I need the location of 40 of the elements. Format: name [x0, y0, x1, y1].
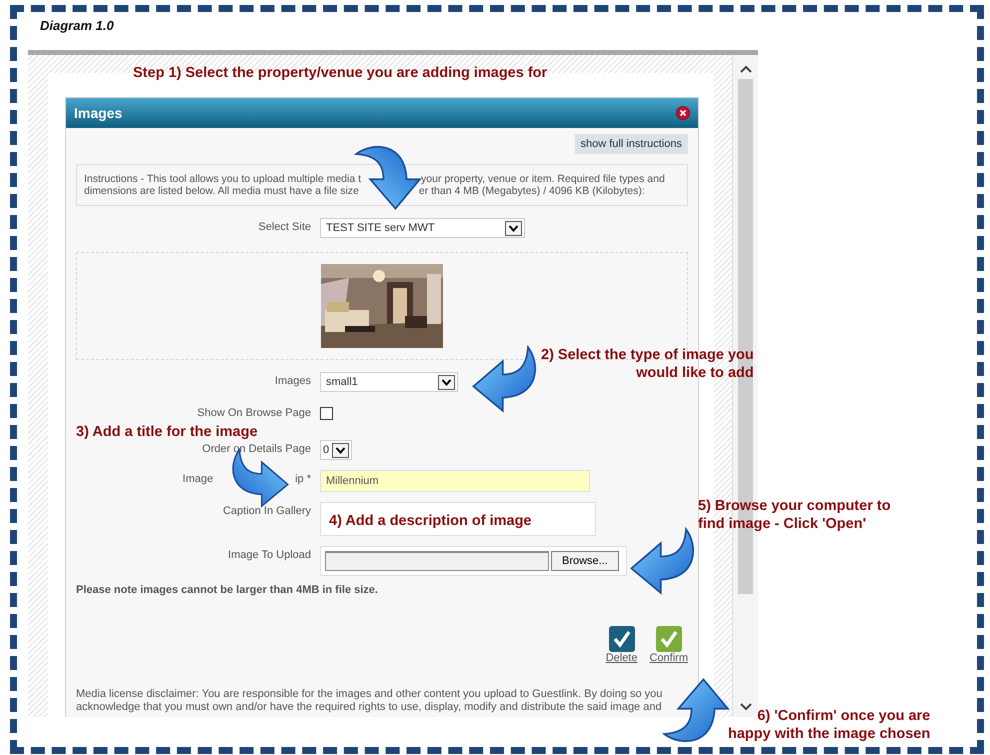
field-label: Images	[274, 375, 311, 387]
close-icon[interactable]	[676, 106, 690, 120]
scroll-down-icon[interactable]	[740, 703, 752, 711]
disclaimer-text: acknowledge that you must own and/or have the required rights to use, display, modify and distribute the said image and	[76, 701, 663, 714]
textarea-field[interactable]	[320, 502, 596, 536]
browse-button[interactable]: Browse...	[551, 551, 619, 571]
field-label: ip *	[295, 473, 311, 485]
field-label: Select Site	[258, 221, 311, 233]
instructions-text: your property, venue or item. Required file types and	[421, 173, 665, 185]
field-label: Image	[182, 473, 214, 485]
select-field[interactable]: small1	[320, 372, 458, 392]
instructions-text: Instructions - This tool allows you to upload multiple media t	[84, 173, 362, 185]
delete-link[interactable]: Delete	[606, 626, 638, 664]
disclaimer-text: Media license disclaimer: You are responsible for the images and other content you upload to Guestlink. By doing so you	[76, 688, 664, 701]
annotation-text: 2) Select the type of image you would like to add	[541, 346, 754, 382]
dialog-title: Images	[74, 105, 122, 121]
annotation-text: 5) Browse your computer to find image - Click 'Open'	[698, 497, 891, 533]
input-field[interactable]: Millennium	[320, 470, 590, 492]
annotation-text: 3) Add a title for the image	[76, 424, 258, 440]
dropdown-icon[interactable]	[332, 442, 349, 458]
scroll-up-icon[interactable]	[740, 65, 752, 73]
select-field[interactable]: TEST SITE serv MWT	[320, 218, 525, 238]
confirm-link[interactable]: Confirm	[649, 626, 688, 664]
dropdown-icon[interactable]	[438, 374, 455, 390]
checkbox[interactable]	[320, 407, 333, 420]
file-upload-field[interactable]: Browse...	[320, 546, 627, 576]
annotation-text: 4) Add a description of image	[329, 512, 532, 530]
instructions-text: er than 4 MB (Megabytes) / 4096 KB (Kilobytes):	[418, 185, 645, 197]
annotation-text: 6) 'Confirm' once you are happy with the image chosen	[728, 707, 930, 743]
show-instructions-button[interactable]: show full instructions	[574, 134, 688, 154]
field-label: Image To Upload	[228, 549, 311, 561]
field-label: Show On Browse Page	[197, 407, 311, 419]
note-text: Please note images cannot be larger than 4MB in file size.	[76, 584, 379, 596]
instructions-text: dimensions are listed below. All media must have a file size	[84, 185, 359, 197]
field-label: Caption In Gallery	[222, 505, 311, 517]
annotation-text: Step 1) Select the property/venue you are adding images for	[133, 64, 548, 82]
select-field[interactable]: 0	[320, 440, 352, 460]
diagram-title: Diagram 1.0	[40, 18, 114, 33]
field-label: Order on Details Page	[202, 443, 311, 455]
dropdown-icon[interactable]	[505, 220, 522, 236]
